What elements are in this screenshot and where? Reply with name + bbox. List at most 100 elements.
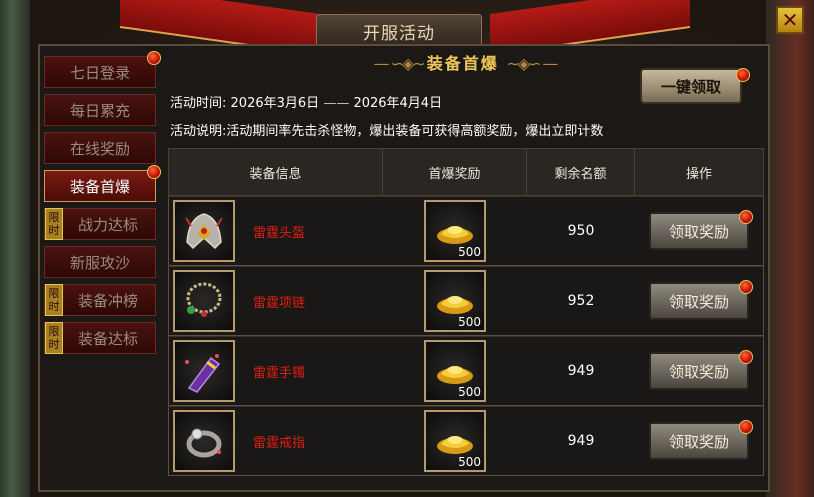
notification-dot-icon	[739, 280, 753, 294]
gold-ingot-icon[interactable]: 500	[424, 200, 486, 262]
time-char: 时	[48, 300, 60, 313]
event-time-start: 2026年3月6日	[230, 96, 320, 111]
tab-label: 装备冲榜	[77, 291, 138, 310]
equipment-cell: 雷霆头盔	[169, 197, 383, 265]
left-border-art	[0, 0, 30, 497]
event-description: 活动说明:活动期间率先击杀怪物，爆出装备可获得高额奖励，爆出立即计数	[170, 120, 603, 139]
event-time-separator: ——	[323, 96, 350, 111]
claim-all-label: 一键领取	[660, 77, 721, 96]
equipment-cell: 雷霆手镯	[169, 337, 383, 405]
event-time-label: 活动时间:	[170, 96, 227, 111]
sidebar-tabs: 七日登录 每日累充 在线奖励 装备首爆 限 时 战力达标 新服攻沙 限 时 装备…	[44, 51, 161, 360]
remaining-cell: 949	[527, 337, 635, 405]
event-time-end: 2026年4月4日	[353, 96, 443, 111]
heading-text: 装备首爆	[426, 54, 499, 73]
claim-reward-button[interactable]: 领取奖励	[649, 210, 753, 250]
remaining-count: 949	[567, 433, 595, 449]
equipment-name: 雷霆戒指	[253, 435, 306, 451]
tab-equipment-first-drop[interactable]: 装备首爆	[44, 165, 161, 202]
notification-dot-icon	[147, 51, 161, 65]
ornament-right-icon: ∼◈∽ —	[506, 54, 558, 73]
action-cell: 领取奖励	[635, 267, 763, 335]
remaining-cell: 952	[527, 267, 635, 335]
reward-cell: 500	[383, 407, 527, 475]
reward-count: 500	[458, 385, 481, 399]
tab-label: 装备首爆	[69, 177, 130, 196]
reward-count: 500	[458, 315, 481, 329]
action-cell: 领取奖励	[635, 337, 763, 405]
equipment-cell: 雷霆项链	[169, 267, 383, 335]
notification-dot-icon	[739, 350, 753, 364]
gold-ingot-icon[interactable]: 500	[424, 340, 486, 402]
tab-label: 新服攻沙	[69, 253, 130, 272]
reward-count: 500	[458, 245, 481, 259]
equipment-name: 雷霆项链	[253, 295, 306, 311]
tab-label: 装备达标	[77, 329, 138, 348]
tab-power-target[interactable]: 限 时 战力达标	[44, 208, 156, 240]
limited-time-badge: 限 时	[45, 322, 63, 354]
helmet-icon[interactable]	[173, 200, 235, 262]
bracer-icon[interactable]	[173, 340, 235, 402]
gold-ingot-icon[interactable]: 500	[424, 410, 486, 472]
time-char: 时	[48, 224, 60, 237]
tab-new-server-siege[interactable]: 新服攻沙	[44, 246, 156, 278]
gold-ingot-icon[interactable]: 500	[424, 270, 486, 332]
table-row: 雷霆项链 500 952 领取奖励	[168, 266, 764, 336]
table-header: 装备信息 首爆奖励 剩余名额 操作	[168, 148, 764, 196]
tab-daily-recharge[interactable]: 每日累充	[44, 94, 156, 126]
limited-time-badge: 限 时	[45, 284, 63, 316]
claim-all-button[interactable]: 一键领取	[640, 68, 750, 104]
tab-online-reward[interactable]: 在线奖励	[44, 132, 156, 164]
reward-cell: 500	[383, 267, 527, 335]
remaining-count: 952	[567, 293, 595, 309]
event-desc-label: 活动说明:	[170, 124, 227, 139]
event-desc-text: 活动期间率先击杀怪物，爆出装备可获得高额奖励，爆出立即计数	[226, 124, 604, 139]
title-bar: 开服活动	[30, 12, 768, 49]
claim-reward-label: 领取奖励	[668, 432, 729, 451]
tab-equipment-ranking[interactable]: 限 时 装备冲榜	[44, 284, 156, 316]
limited-char: 限	[48, 287, 60, 300]
equipment-name: 雷霆手镯	[253, 365, 306, 381]
equipment-cell: 雷霆戒指	[169, 407, 383, 475]
content-area: — ∽◈∼ 装备首爆 ∼◈∽ — 一键领取 活动时间: 2026年3月6日 ——…	[166, 50, 764, 488]
table-row: 雷霆手镯 500 949 领取奖励	[168, 336, 764, 406]
claim-reward-label: 领取奖励	[668, 222, 729, 241]
right-border-art	[766, 0, 814, 497]
tab-label: 在线奖励	[69, 139, 130, 158]
header-action: 操作	[685, 166, 712, 182]
tab-equipment-target[interactable]: 限 时 装备达标	[44, 322, 156, 354]
claim-reward-button[interactable]: 领取奖励	[649, 420, 753, 460]
claim-reward-label: 领取奖励	[668, 292, 729, 311]
claim-reward-label: 领取奖励	[668, 362, 729, 381]
limited-char: 限	[48, 211, 60, 224]
event-time: 活动时间: 2026年3月6日 —— 2026年4月4日	[170, 92, 442, 111]
action-cell: 领取奖励	[635, 197, 763, 265]
reward-count: 500	[458, 455, 481, 469]
close-button[interactable]: ✕	[776, 6, 804, 34]
game-window: 开服活动 ✕ 七日登录 每日累充 在线奖励 装备首爆 限 时 战力达标 新服攻沙	[0, 0, 814, 497]
ornament-left-icon: — ∽◈∼	[373, 54, 427, 73]
table-row: 雷霆头盔 500 950 领取奖励	[168, 196, 764, 266]
reward-cell: 500	[383, 197, 527, 265]
remaining-cell: 949	[527, 407, 635, 475]
ring-icon[interactable]	[173, 410, 235, 472]
notification-dot-icon	[736, 68, 750, 82]
tab-label: 七日登录	[69, 63, 130, 82]
claim-reward-button[interactable]: 领取奖励	[649, 280, 753, 320]
notification-dot-icon	[739, 210, 753, 224]
notification-dot-icon	[147, 165, 161, 179]
tab-seven-day-login[interactable]: 七日登录	[44, 51, 161, 88]
remaining-count: 950	[567, 223, 595, 239]
time-char: 时	[48, 338, 60, 351]
necklace-icon[interactable]	[173, 270, 235, 332]
header-first-drop-reward: 首爆奖励	[383, 149, 527, 195]
tab-label: 战力达标	[77, 215, 138, 234]
action-cell: 领取奖励	[635, 407, 763, 475]
remaining-count: 949	[567, 363, 595, 379]
close-icon: ✕	[781, 8, 799, 32]
tab-label: 每日累充	[69, 101, 130, 120]
remaining-cell: 950	[527, 197, 635, 265]
claim-reward-button[interactable]: 领取奖励	[649, 350, 753, 390]
header-equipment-info: 装备信息	[169, 149, 383, 195]
equipment-name: 雷霆头盔	[253, 225, 306, 241]
